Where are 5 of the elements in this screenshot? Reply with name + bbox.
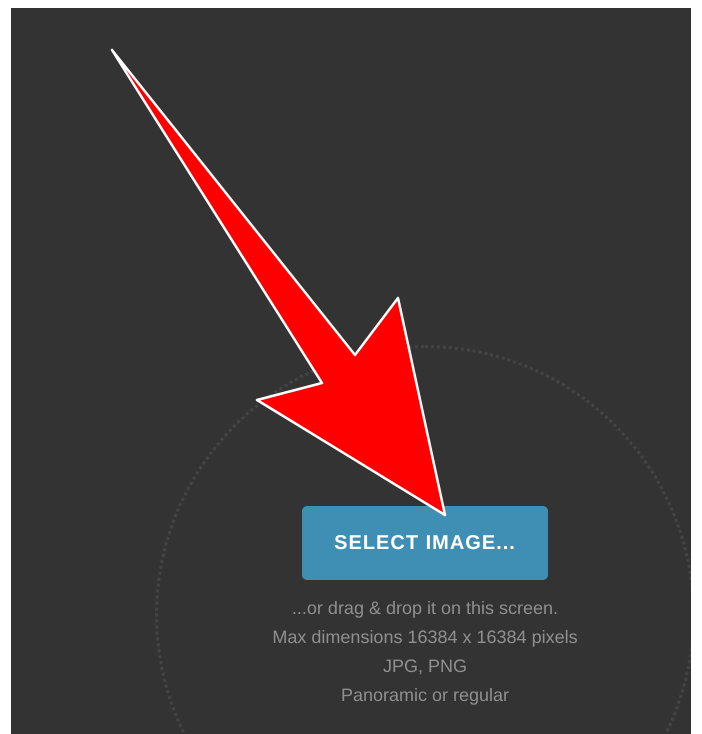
hint-text: ...or drag & drop it on this screen.: [292, 597, 558, 620]
hint-text: Max dimensions 16384 x 16384 pixels: [272, 626, 578, 649]
hint-text: JPG, PNG: [382, 655, 467, 678]
hint-text: Panoramic or regular: [340, 684, 510, 707]
select-image-button[interactable]: SELECT IMAGE...: [302, 506, 548, 580]
